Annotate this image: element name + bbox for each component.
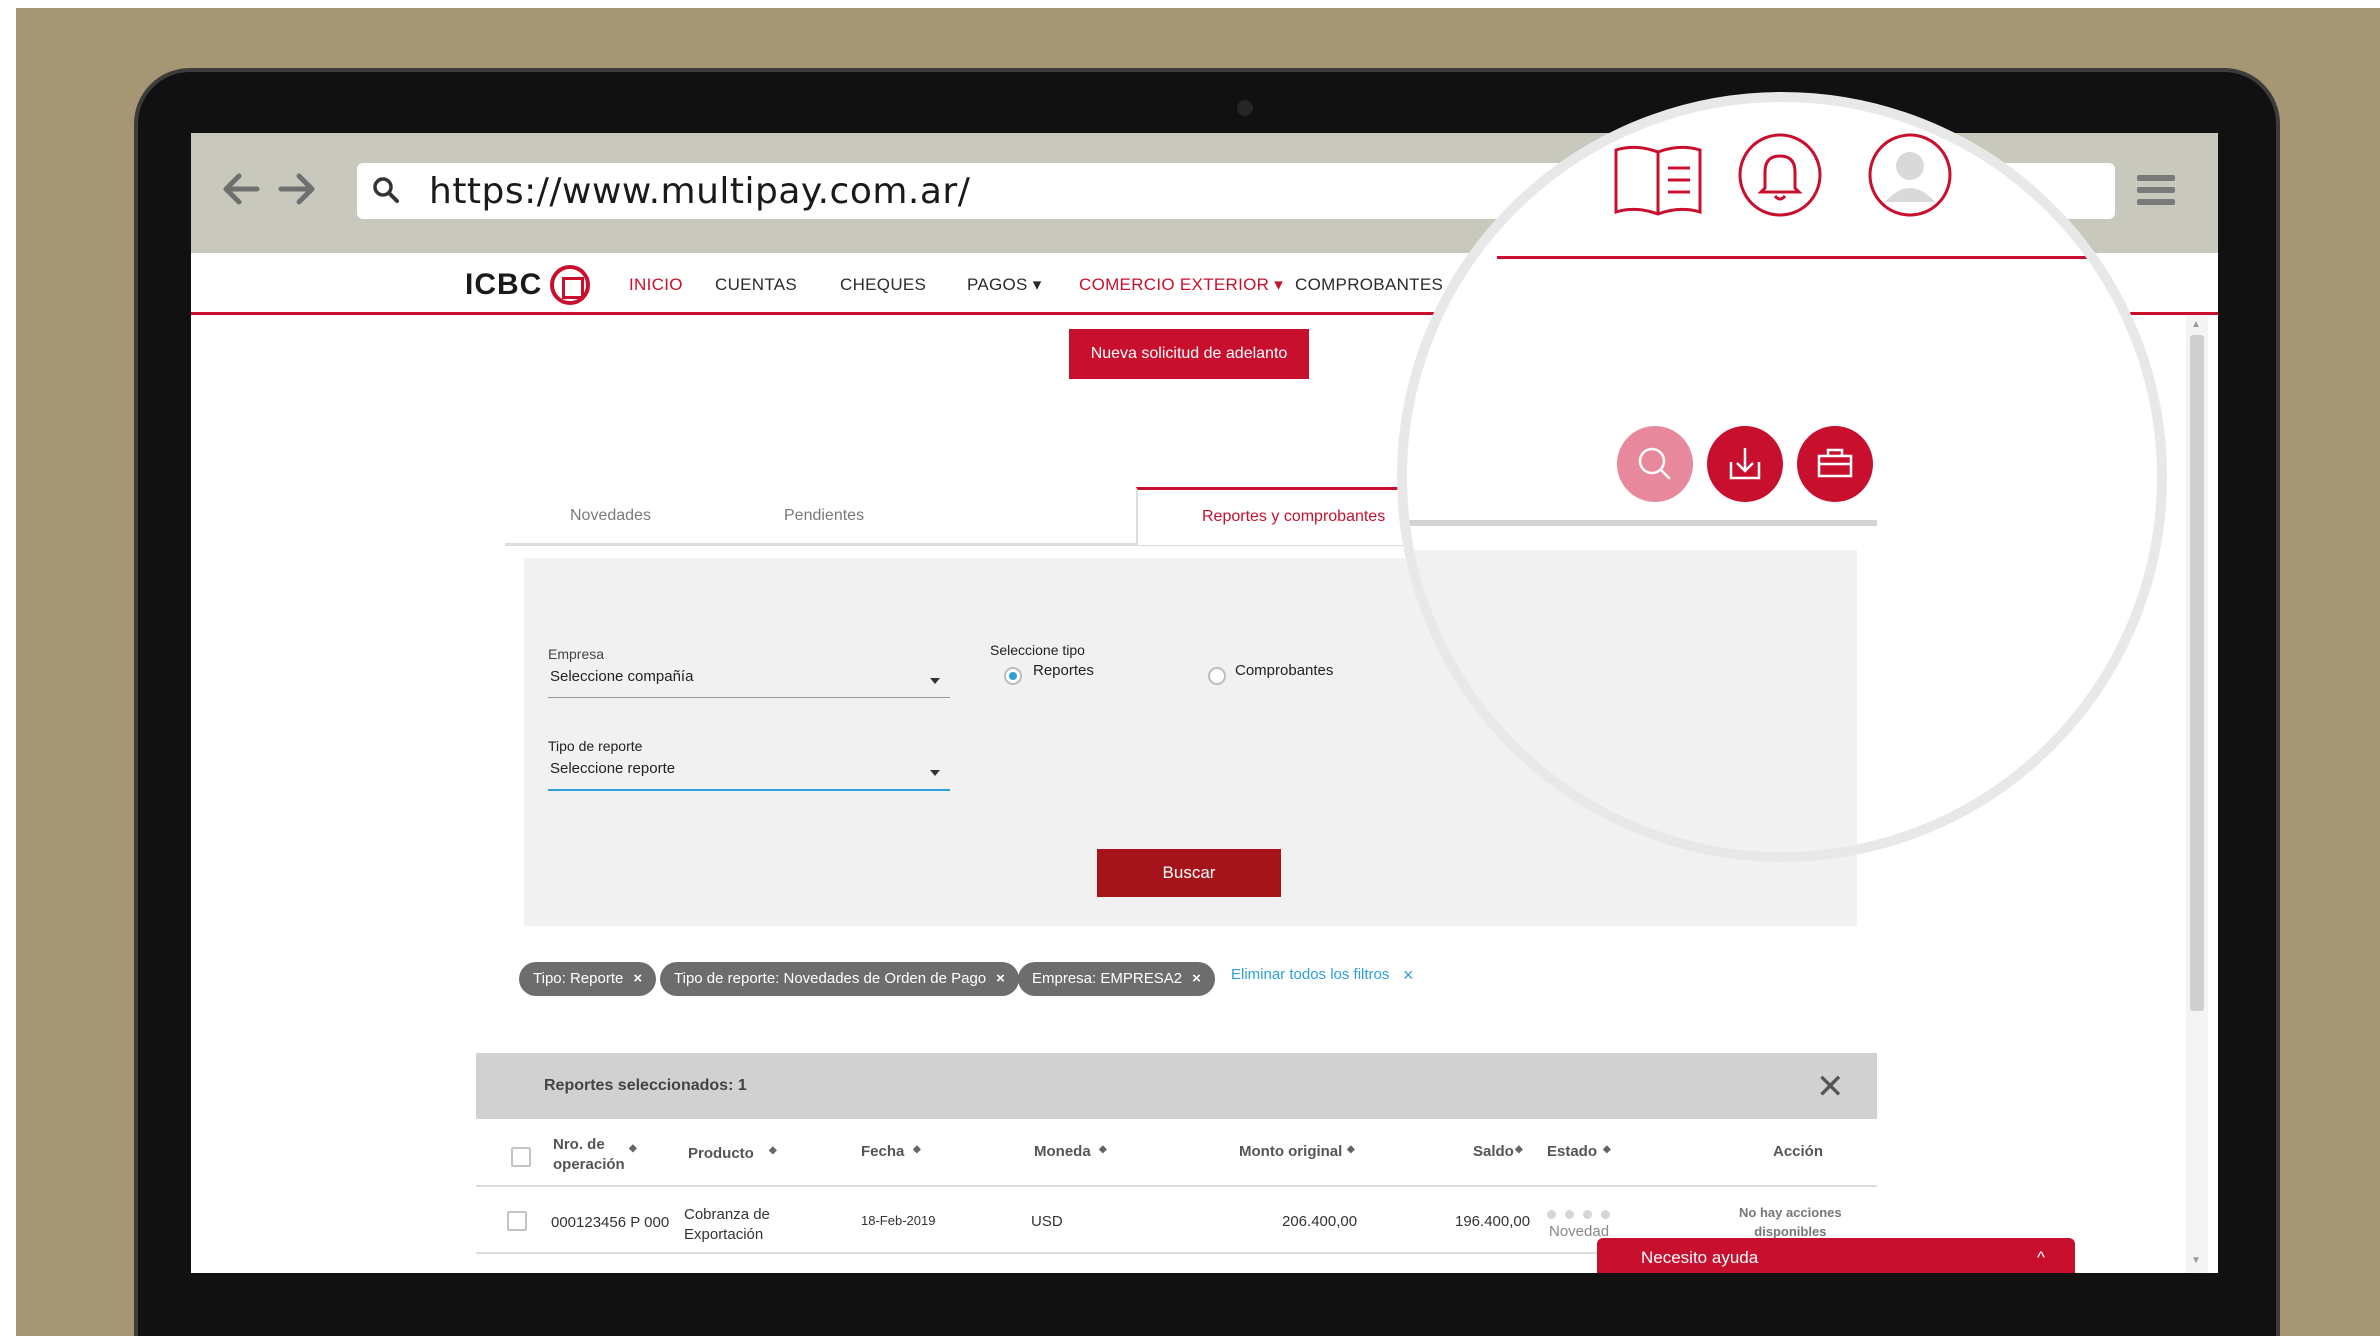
th-accion: Acción — [1773, 1143, 1824, 1160]
chevron-down-icon[interactable] — [930, 770, 940, 776]
cell-nro: 000123456 P 000 — [551, 1214, 670, 1231]
icbc-logo-mark-icon — [550, 265, 591, 305]
th-producto[interactable]: Producto — [688, 1145, 754, 1162]
status-dots — [1547, 1206, 1619, 1224]
close-icon[interactable]: × — [633, 970, 642, 987]
sort-icon[interactable]: ◆ — [1099, 1144, 1107, 1155]
tabs-underline-magnified — [1407, 520, 1877, 526]
search-icon — [373, 177, 399, 203]
cell-saldo: 196.400,00 — [1455, 1213, 1531, 1230]
magnifier-circle — [1397, 92, 2167, 862]
table-divider — [476, 1185, 1877, 1187]
cell-producto: Cobranza de Exportación — [684, 1206, 770, 1243]
row-checkbox[interactable] — [507, 1211, 527, 1231]
radio-comprobantes[interactable] — [1208, 667, 1226, 685]
nueva-solicitud-button[interactable]: Nueva solicitud de adelanto — [1069, 329, 1309, 379]
tab-reportes-label: Reportes y comprobantes — [1202, 508, 1386, 525]
help-bar[interactable]: Necesito ayuda ^ — [1597, 1238, 2075, 1273]
nav-cuentas[interactable]: CUENTAS — [715, 275, 797, 295]
tipo-reporte-label: Tipo de reporte — [548, 738, 643, 754]
cell-moneda: USD — [1031, 1213, 1063, 1230]
sort-icon[interactable]: ◆ — [1603, 1144, 1611, 1155]
user-icon[interactable] — [1867, 132, 1953, 218]
nav-inicio[interactable]: INICIO — [629, 275, 683, 295]
bell-icon[interactable] — [1737, 132, 1823, 218]
download-icon — [1729, 448, 1761, 480]
filter-chip[interactable]: Empresa: EMPRESA2 × — [1018, 962, 1215, 996]
tipo-reporte-underline — [548, 789, 950, 791]
sort-icon[interactable]: ◆ — [913, 1144, 921, 1155]
tab-pendientes[interactable]: Pendientes — [784, 507, 864, 525]
th-moneda[interactable]: Moneda — [1034, 1143, 1091, 1160]
frame-edge-top — [0, 0, 2380, 8]
empresa-select[interactable]: Seleccione compañía — [550, 668, 693, 685]
sort-icon[interactable]: ◆ — [629, 1143, 637, 1154]
briefcase-button[interactable] — [1797, 426, 1873, 502]
scroll-thumb[interactable] — [2190, 335, 2204, 1011]
seleccione-tipo-label: Seleccione tipo — [990, 642, 1085, 658]
sort-icon[interactable]: ◆ — [769, 1145, 777, 1156]
radio-reportes-label[interactable]: Reportes — [1033, 662, 1094, 679]
back-arrow-icon[interactable] — [221, 171, 261, 207]
cell-monto: 206.400,00 — [1282, 1213, 1358, 1230]
results-header: Reportes seleccionados: 1 ✕ — [476, 1053, 1877, 1119]
results-title: Reportes seleccionados: 1 — [544, 1077, 747, 1094]
tipo-reporte-select[interactable]: Seleccione reporte — [550, 760, 675, 777]
radio-comprobantes-label[interactable]: Comprobantes — [1235, 662, 1333, 679]
close-icon[interactable]: × — [1403, 965, 1414, 986]
frame-edge-left — [0, 0, 16, 1336]
scroll-down-icon[interactable]: ▼ — [2191, 1255, 2201, 1266]
scrollbar[interactable]: ▲ ▼ — [2186, 315, 2208, 1273]
scroll-up-icon[interactable]: ▲ — [2191, 319, 2201, 330]
icbc-logo[interactable]: ICBC — [465, 263, 591, 307]
briefcase-icon — [1817, 448, 1853, 478]
filter-chip[interactable]: Tipo: Reporte × — [519, 962, 657, 996]
th-nro[interactable]: Nro. de operación — [553, 1135, 625, 1175]
search-icon — [1638, 447, 1671, 480]
search-button[interactable] — [1617, 426, 1693, 502]
empresa-label: Empresa — [548, 646, 605, 662]
tab-novedades[interactable]: Novedades — [570, 507, 651, 525]
nav-cheques[interactable]: CHEQUES — [840, 275, 926, 295]
chevron-down-icon[interactable] — [930, 678, 940, 684]
buscar-button[interactable]: Buscar — [1097, 849, 1281, 897]
filter-chip[interactable]: Tipo de reporte: Novedades de Orden de P… — [660, 962, 1019, 996]
sort-icon[interactable]: ◆ — [1515, 1144, 1523, 1155]
radio-reportes[interactable] — [1004, 667, 1022, 685]
th-estado[interactable]: Estado — [1547, 1143, 1597, 1160]
nav-pagos[interactable]: PAGOS ▾ — [967, 275, 1042, 295]
close-icon[interactable]: × — [996, 970, 1005, 987]
filter-panel-magnified — [1407, 550, 1857, 852]
nav-comprobantes[interactable]: COMPROBANTES — [1295, 275, 1443, 295]
hamburger-menu-icon[interactable] — [2137, 175, 2175, 209]
th-saldo[interactable]: Saldo — [1473, 1143, 1514, 1160]
empresa-underline — [548, 697, 950, 698]
header-underline — [1497, 256, 2087, 259]
cell-accion: No hay acciones disponibles — [1739, 1205, 1842, 1239]
forward-arrow-icon[interactable] — [277, 171, 317, 207]
clear-filters-link[interactable]: Eliminar todos los filtros — [1231, 966, 1389, 983]
book-icon[interactable] — [1612, 142, 1704, 218]
camera-icon — [1237, 100, 1253, 116]
cell-fecha: 18-Feb-2019 — [861, 1213, 936, 1228]
select-all-checkbox[interactable] — [511, 1147, 531, 1167]
download-button[interactable] — [1707, 426, 1783, 502]
sort-icon[interactable]: ◆ — [1347, 1144, 1355, 1155]
help-label: Necesito ayuda — [1641, 1248, 1759, 1267]
close-icon[interactable]: × — [1192, 970, 1201, 987]
th-fecha[interactable]: Fecha — [861, 1143, 904, 1160]
th-monto[interactable]: Monto original — [1239, 1143, 1342, 1160]
url-text[interactable]: https://www.multipay.com.ar/ — [429, 171, 970, 212]
chevron-up-icon[interactable]: ^ — [2037, 1248, 2045, 1268]
close-icon[interactable]: ✕ — [1816, 1067, 1845, 1107]
nav-comercio-exterior[interactable]: COMERCIO EXTERIOR ▾ — [1079, 275, 1283, 295]
